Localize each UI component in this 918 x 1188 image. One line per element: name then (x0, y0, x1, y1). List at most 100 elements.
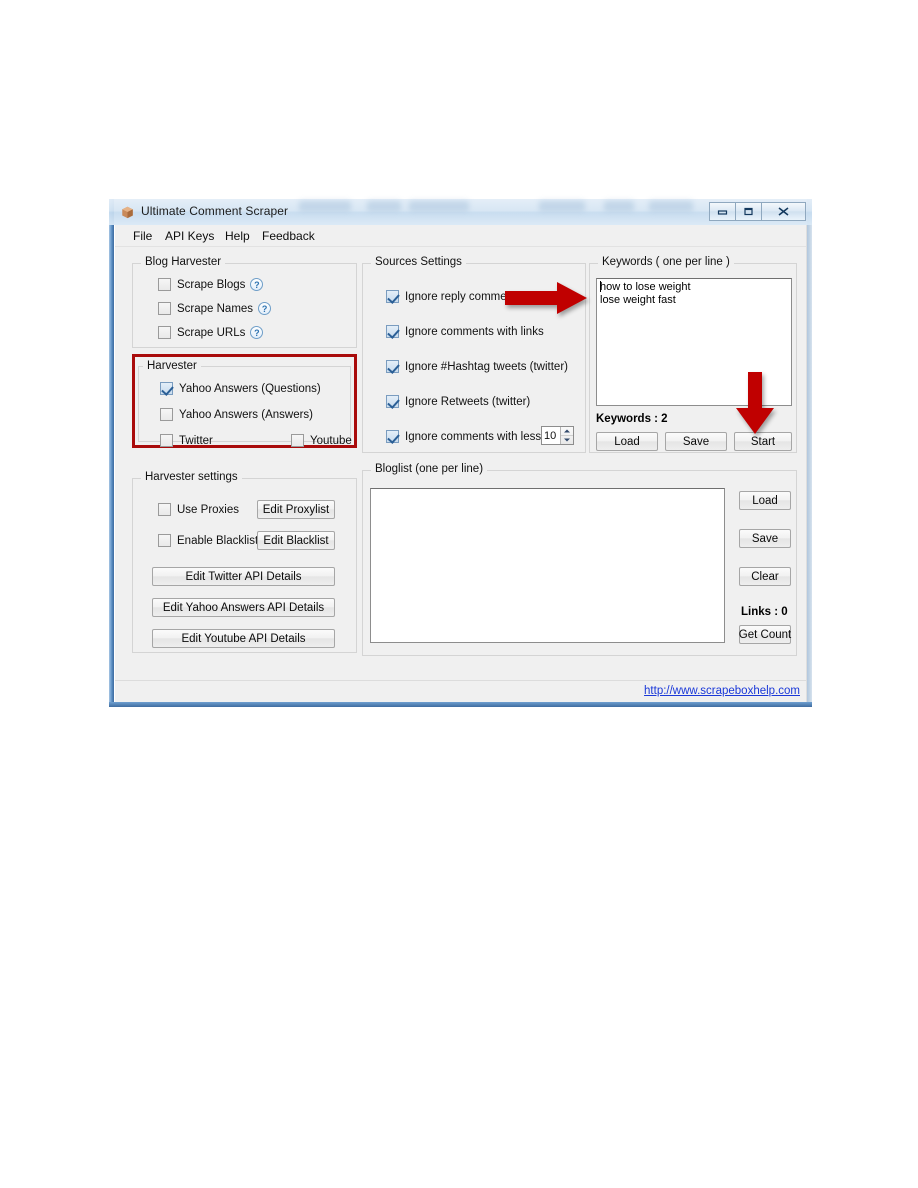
checkbox-row-yahoo-answers[interactable]: Yahoo Answers (Answers) (160, 408, 313, 421)
yahoo-answers-questions-checkbox[interactable] (160, 382, 173, 395)
maximize-button[interactable] (735, 202, 762, 221)
glass-blur-artifact (367, 201, 401, 212)
yahoo-answers-answers-label: Yahoo Answers (Answers) (179, 408, 314, 421)
harvester-settings-group: Harvester settings Use Proxies Edit Prox… (132, 471, 357, 653)
glass-blur-artifact (299, 201, 351, 212)
window-title: Ultimate Comment Scraper (141, 204, 289, 218)
ignore-retweets-checkbox[interactable] (386, 395, 399, 408)
scrape-urls-checkbox[interactable] (158, 326, 171, 339)
scrape-urls-label: Scrape URLs (177, 326, 246, 339)
links-count: Links : 0 (741, 606, 788, 618)
scrape-names-label: Scrape Names (177, 302, 254, 315)
checkbox-row-enable-blacklist[interactable]: Enable Blacklist (158, 534, 258, 547)
glass-blur-artifact (409, 201, 469, 212)
help-icon[interactable]: ? (258, 302, 272, 315)
youtube-checkbox[interactable] (291, 434, 304, 447)
checkbox-row-twitter[interactable]: Twitter (160, 434, 213, 447)
use-proxies-checkbox[interactable] (158, 503, 171, 516)
screenshot-canvas: Ultimate Comment Scraper File API Keys H… (0, 0, 918, 1188)
red-arrow-down-annotation (736, 372, 774, 434)
menu-bar: File API Keys Help Feedback (115, 225, 806, 247)
checkbox-row-youtube[interactable]: Youtube (291, 434, 352, 447)
scrape-names-checkbox[interactable] (158, 302, 171, 315)
twitter-label: Twitter (179, 434, 213, 447)
checkbox-row-ignore-comments-with-links[interactable]: Ignore comments with links (386, 325, 544, 338)
min-words-value[interactable]: 10 (542, 427, 560, 444)
blog-harvester-group: Blog Harvester Scrape Blogs ? Scrape Nam… (132, 256, 357, 348)
start-button[interactable]: Start (734, 432, 792, 451)
ignore-hashtag-tweets-checkbox[interactable] (386, 360, 399, 373)
checkbox-row-scrape-urls[interactable]: Scrape URLs ? (158, 326, 264, 339)
window-frame-bottom (109, 702, 812, 707)
yahoo-answers-answers-checkbox[interactable] (160, 408, 173, 421)
help-icon[interactable]: ? (250, 326, 264, 339)
harvester-title: Harvester (143, 360, 201, 372)
checkbox-row-ignore-retweets[interactable]: Ignore Retweets (twitter) (386, 395, 530, 408)
keywords-count: Keywords : 2 (596, 413, 668, 425)
checkbox-row-ignore-short-comments[interactable]: Ignore comments with less than (386, 430, 567, 443)
glass-blur-artifact (539, 201, 585, 212)
ignore-retweets-label: Ignore Retweets (twitter) (405, 395, 531, 408)
minimize-button[interactable] (709, 202, 736, 221)
youtube-label: Youtube (310, 434, 352, 447)
sources-settings-title: Sources Settings (371, 256, 466, 268)
menu-help[interactable]: Help (223, 229, 252, 243)
glass-blur-artifact (604, 201, 634, 212)
help-icon[interactable]: ? (250, 278, 264, 291)
keywords-load-button[interactable]: Load (596, 432, 658, 451)
edit-twitter-api-button[interactable]: Edit Twitter API Details (152, 567, 335, 586)
keywords-save-button[interactable]: Save (665, 432, 727, 451)
client-area: File API Keys Help Feedback Blog Harvest… (114, 225, 807, 702)
ignore-comments-with-links-label: Ignore comments with links (405, 325, 544, 338)
checkbox-row-scrape-names[interactable]: Scrape Names ? (158, 302, 272, 315)
harvester-settings-title: Harvester settings (141, 471, 242, 483)
bloglist-load-button[interactable]: Load (739, 491, 791, 510)
checkbox-row-yahoo-questions[interactable]: Yahoo Answers (Questions) (160, 382, 321, 395)
bloglist-clear-button[interactable]: Clear (739, 567, 791, 586)
keywords-text: how to lose weight lose weight fast (600, 281, 691, 306)
edit-yahoo-api-button[interactable]: Edit Yahoo Answers API Details (152, 598, 335, 617)
application-window: Ultimate Comment Scraper File API Keys H… (109, 199, 812, 707)
glass-blur-artifact (649, 201, 693, 212)
app-box-icon (122, 206, 133, 219)
yahoo-answers-questions-label: Yahoo Answers (Questions) (179, 382, 321, 395)
checkbox-row-scrape-blogs[interactable]: Scrape Blogs ? (158, 278, 264, 291)
checkbox-row-ignore-reply-comments[interactable]: Ignore reply comments (386, 290, 522, 303)
ignore-comments-with-links-checkbox[interactable] (386, 325, 399, 338)
checkbox-row-ignore-hashtag-tweets[interactable]: Ignore #Hashtag tweets (twitter) (386, 360, 568, 373)
group-border (138, 366, 351, 442)
bloglist-group: Bloglist (one per line) Load Save Clear … (362, 463, 797, 656)
bloglist-save-button[interactable]: Save (739, 529, 791, 548)
edit-youtube-api-button[interactable]: Edit Youtube API Details (152, 629, 335, 648)
menu-feedback[interactable]: Feedback (260, 229, 317, 243)
bloglist-title: Bloglist (one per line) (371, 463, 488, 475)
ignore-reply-comments-checkbox[interactable] (386, 290, 399, 303)
red-arrow-right-annotation (505, 282, 587, 314)
checkbox-row-use-proxies[interactable]: Use Proxies (158, 503, 239, 516)
min-words-stepper[interactable]: 10 (541, 426, 574, 445)
help-site-link[interactable]: http://www.scrapeboxhelp.com (644, 685, 800, 697)
menu-api-keys[interactable]: API Keys (163, 229, 216, 243)
chevron-down-icon[interactable] (561, 435, 573, 444)
close-button[interactable] (761, 202, 806, 221)
blog-harvester-title: Blog Harvester (141, 256, 226, 268)
window-controls (709, 202, 806, 221)
scrape-blogs-label: Scrape Blogs (177, 278, 246, 291)
use-proxies-label: Use Proxies (177, 503, 239, 516)
window-frame-right (807, 199, 812, 707)
keywords-title: Keywords ( one per line ) (598, 256, 734, 268)
ignore-short-comments-checkbox[interactable] (386, 430, 399, 443)
edit-blacklist-button[interactable]: Edit Blacklist (257, 531, 335, 550)
status-bar: http://www.scrapeboxhelp.com (115, 680, 806, 702)
enable-blacklist-checkbox[interactable] (158, 534, 171, 547)
stepper-buttons (560, 427, 573, 444)
twitter-checkbox[interactable] (160, 434, 173, 447)
bloglist-textarea[interactable] (370, 488, 725, 643)
edit-proxylist-button[interactable]: Edit Proxylist (257, 500, 335, 519)
menu-file[interactable]: File (131, 229, 154, 243)
chevron-up-icon[interactable] (561, 427, 573, 435)
enable-blacklist-label: Enable Blacklist (177, 534, 259, 547)
title-bar[interactable]: Ultimate Comment Scraper (109, 199, 812, 225)
get-count-button[interactable]: Get Count (739, 625, 791, 644)
scrape-blogs-checkbox[interactable] (158, 278, 171, 291)
